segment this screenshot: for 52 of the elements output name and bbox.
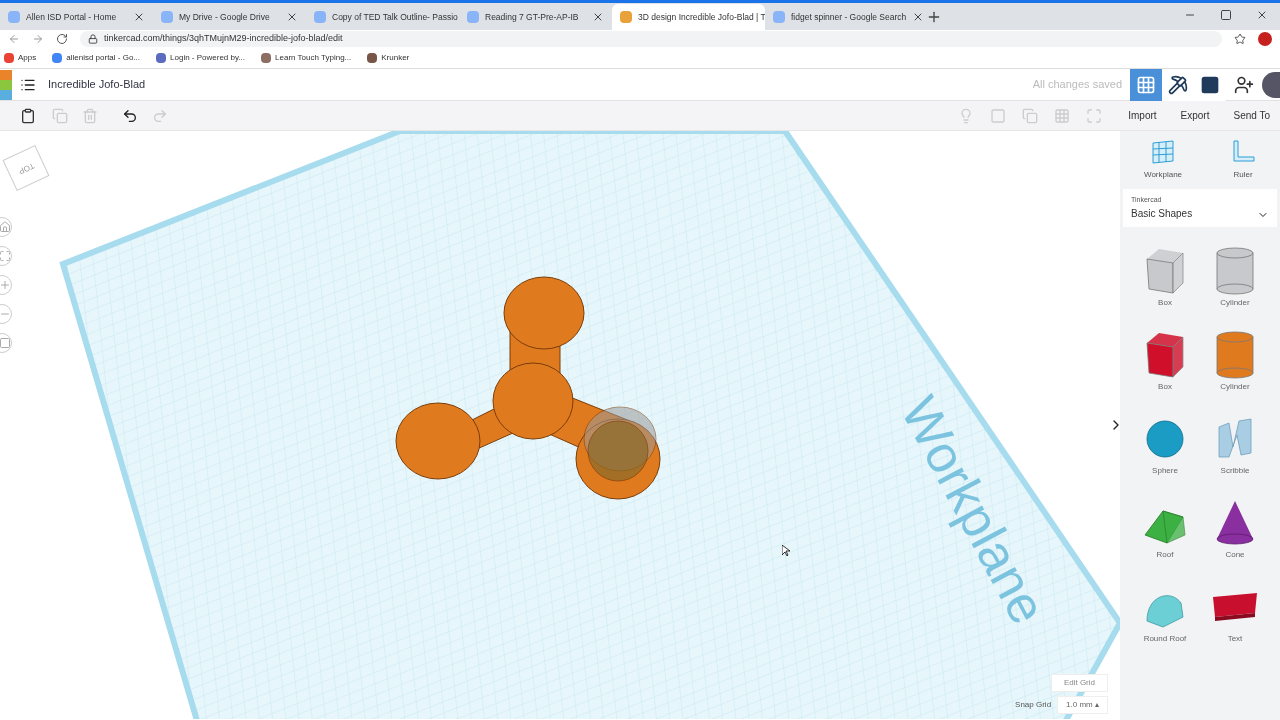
ruler-tool[interactable]: Ruler bbox=[1230, 139, 1256, 181]
shape-tile[interactable]: Cone bbox=[1200, 496, 1270, 561]
bookmark-link[interactable]: Learn Touch Typing... bbox=[261, 51, 352, 64]
paste-icon[interactable] bbox=[20, 107, 36, 124]
shape-tile[interactable]: Text bbox=[1200, 580, 1270, 645]
close-icon[interactable] bbox=[1256, 9, 1268, 21]
shape-tile[interactable]: Cylinder bbox=[1200, 328, 1270, 393]
close-icon[interactable] bbox=[133, 11, 145, 23]
address-bar[interactable]: tinkercad.com/things/3qhTMujnM29-incredible-jofo-blad/edit bbox=[80, 30, 1222, 47]
user-avatar[interactable] bbox=[1262, 71, 1280, 98]
favicon-icon bbox=[773, 11, 785, 23]
grid-icon bbox=[1136, 74, 1156, 95]
favicon-icon bbox=[8, 11, 20, 23]
ruler-icon bbox=[1230, 139, 1256, 165]
save-status: All changes saved bbox=[1032, 77, 1122, 93]
favicon-icon bbox=[314, 11, 326, 23]
shape-tile[interactable]: Sphere bbox=[1130, 412, 1200, 477]
close-icon[interactable] bbox=[592, 11, 604, 23]
bookmark-link[interactable]: Apps bbox=[4, 51, 37, 64]
snap-grid-select[interactable]: 1.0 mm ▴ bbox=[1057, 696, 1108, 714]
shape-tile[interactable]: Box bbox=[1130, 244, 1200, 309]
snap-grid-label: Snap Grid bbox=[1015, 699, 1052, 711]
browser-tab[interactable]: 3D design Incredible Jofo-Blad | T bbox=[612, 4, 765, 30]
bookmark-star-icon[interactable] bbox=[1234, 32, 1246, 45]
shape-tile[interactable]: Scribble bbox=[1200, 412, 1270, 477]
bookmark-link[interactable]: allenisd portal - Go... bbox=[52, 51, 141, 64]
favicon-icon bbox=[161, 11, 173, 23]
pickaxe-icon bbox=[1168, 74, 1188, 95]
close-icon[interactable] bbox=[286, 11, 298, 23]
reload-icon[interactable] bbox=[56, 32, 68, 45]
shape-tile[interactable]: Cylinder bbox=[1200, 244, 1270, 309]
shape-tile[interactable]: Round Roof bbox=[1130, 580, 1200, 645]
cursor-icon bbox=[782, 545, 790, 557]
home-icon bbox=[0, 221, 11, 233]
profile-avatar[interactable] bbox=[1258, 31, 1272, 46]
favicon-icon bbox=[620, 11, 632, 23]
fit-icon bbox=[0, 250, 11, 262]
add-user-icon[interactable] bbox=[1234, 74, 1254, 95]
design-title[interactable]: Incredible Jofo-Blad bbox=[48, 76, 146, 93]
new-tab-icon[interactable] bbox=[926, 9, 942, 25]
shape-tile[interactable]: Roof bbox=[1130, 496, 1200, 561]
shape-tile[interactable]: Box bbox=[1130, 328, 1200, 393]
plus-icon bbox=[0, 279, 11, 291]
undo-icon[interactable] bbox=[122, 107, 138, 124]
workplane-tool[interactable]: Workplane bbox=[1143, 139, 1183, 181]
edit-grid-button[interactable]: Edit Grid bbox=[1050, 674, 1108, 692]
bookmark-link[interactable]: Krunker bbox=[367, 51, 410, 64]
logo-icon[interactable] bbox=[0, 69, 12, 100]
bookmark-link[interactable]: Login - Powered by... bbox=[156, 51, 246, 64]
grid-plane-icon bbox=[1150, 139, 1176, 165]
favicon-icon bbox=[467, 11, 479, 23]
maximize-icon[interactable] bbox=[1220, 9, 1232, 21]
